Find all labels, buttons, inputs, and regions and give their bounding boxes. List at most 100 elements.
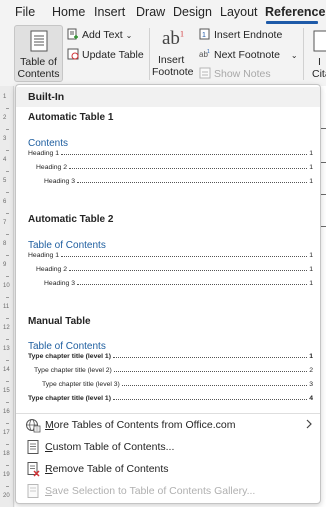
ruler-mark: 11 — [3, 304, 10, 310]
ruler-tick — [6, 255, 9, 256]
ruler-mark: 8 — [3, 241, 7, 247]
custom-table-label: Custom Table of Contents... — [45, 441, 175, 453]
ruler-mark: 18 — [3, 451, 10, 457]
ruler-mark: 14 — [3, 367, 10, 373]
gallery-item-title: Manual Table — [28, 316, 91, 327]
save-selection-label: Save Selection to Table of Contents Gall… — [45, 485, 256, 497]
tab-insert[interactable]: Insert — [94, 5, 125, 19]
ruler-tick — [6, 465, 9, 466]
vertical-ruler: 1 2 3 4 5 6 7 8 9 10 11 12 13 14 15 16 17 18 19 20 — [0, 86, 14, 507]
ribbon-tab-bar: File Home Insert Draw Design Layout Refe… — [0, 0, 326, 24]
toc-preview-entry: Heading 31 — [44, 178, 313, 185]
toc-preview-heading: Table of Contents — [28, 240, 106, 251]
insert-endnote-button[interactable]: Insert Endnote — [214, 29, 282, 41]
document-text-fragment — [321, 226, 326, 227]
toc-preview-entry: Type chapter title (level 1) 4 — [28, 395, 313, 402]
gallery-item-title: Automatic Table 1 — [28, 112, 114, 123]
ribbon-separator — [149, 28, 150, 80]
add-text-button[interactable]: Add Text ⌄ — [82, 29, 132, 41]
automatic-table-1-option[interactable]: Automatic Table 1 Contents Heading 11 He… — [16, 107, 320, 209]
remove-table-of-contents-item[interactable]: Remove Table of Contents — [16, 458, 320, 480]
show-notes-button[interactable]: Show Notes — [214, 68, 271, 80]
toc-preview-entry: Heading 31 — [44, 280, 313, 287]
tab-references[interactable]: References — [265, 5, 326, 19]
add-text-icon — [67, 28, 78, 40]
more-tables-label: More Tables of Contents from Office.com — [45, 419, 236, 431]
ruler-tick — [6, 318, 9, 319]
toc-preview-heading: Contents — [28, 138, 69, 149]
ruler-tick — [6, 150, 9, 151]
ruler-tick — [6, 381, 9, 382]
ruler-tick — [6, 339, 9, 340]
automatic-table-2-option[interactable]: Automatic Table 2 Table of Contents Head… — [16, 209, 320, 311]
show-notes-icon — [199, 67, 211, 79]
custom-table-of-contents-item[interactable]: Custom Table of Contents... — [16, 436, 320, 458]
update-table-button[interactable]: Update Table — [82, 49, 144, 61]
gallery-item-title: Automatic Table 2 — [28, 214, 114, 225]
insert-footnote-label2: Footnote — [152, 66, 194, 78]
ruler-mark: 13 — [3, 346, 10, 352]
ruler-tick — [6, 360, 9, 361]
ruler-mark: 1 — [3, 94, 7, 100]
tab-layout[interactable]: Layout — [220, 5, 258, 19]
ribbon-separator — [303, 28, 304, 80]
remove-document-icon — [27, 462, 40, 477]
ruler-tick — [6, 444, 9, 445]
save-selection-to-gallery-item[interactable]: Save Selection to Table of Contents Gall… — [16, 480, 320, 502]
ruler-mark: 20 — [3, 493, 10, 499]
chevron-right-icon — [306, 419, 312, 429]
insert-citation-label1: I — [318, 56, 321, 68]
svg-text:1: 1 — [202, 32, 206, 39]
insert-citation-icon — [313, 30, 326, 52]
insert-footnote-button[interactable]: ab1 Insert Footnote — [152, 26, 196, 82]
ruler-mark: 17 — [3, 430, 10, 436]
toc-preview-entry: Heading 11 — [28, 252, 313, 259]
tab-draw[interactable]: Draw — [136, 5, 165, 19]
ruler-mark: 4 — [3, 157, 7, 163]
save-to-gallery-icon — [27, 484, 39, 498]
document-icon — [27, 440, 39, 454]
remove-table-label: Remove Table of Contents — [45, 463, 169, 475]
tab-home[interactable]: Home — [52, 5, 85, 19]
ruler-tick — [6, 423, 9, 424]
tab-file[interactable]: File — [15, 5, 35, 19]
svg-text:1: 1 — [207, 49, 210, 55]
ruler-tick — [6, 486, 9, 487]
insert-footnote-label1: Insert — [158, 54, 185, 66]
ruler-mark: 6 — [3, 199, 7, 205]
insert-citation-label2: Cita — [312, 68, 326, 80]
builtin-section-header: Built-In — [16, 87, 320, 107]
ruler-mark: 15 — [3, 388, 10, 394]
table-of-contents-gallery: Built-In Automatic Table 1 Contents Head… — [15, 84, 321, 504]
toc-preview-entry: Heading 21 — [36, 266, 313, 273]
ruler-mark: 12 — [3, 325, 10, 331]
ruler-tick — [6, 234, 9, 235]
ruler-mark: 16 — [3, 409, 10, 415]
next-footnote-button[interactable]: Next Footnote ⌄ — [214, 49, 298, 61]
ruler-mark: 19 — [3, 472, 10, 478]
ruler-tick — [6, 213, 9, 214]
table-of-contents-button[interactable]: Table of Contents ⌄ — [14, 25, 63, 91]
chevron-down-icon: ⌄ — [125, 31, 133, 40]
ruler-tick — [6, 171, 9, 172]
tab-design[interactable]: Design — [173, 5, 212, 19]
ruler-tick — [6, 129, 9, 130]
manual-table-option[interactable]: Manual Table Table of Contents Type chap… — [16, 311, 320, 411]
toc-preview-entry: Type chapter title (level 1) 1 — [28, 353, 313, 360]
globe-icon — [26, 419, 41, 433]
table-of-contents-icon — [30, 30, 48, 52]
toc-preview-entry: Type chapter title (level 3) 3 — [42, 381, 313, 388]
ruler-tick — [6, 402, 9, 403]
ruler-tick — [6, 297, 9, 298]
next-footnote-icon: ab 1 — [199, 49, 210, 59]
ribbon: Table of Contents ⌄ Add Text ⌄ Update Ta… — [0, 24, 326, 91]
ruler-mark: 10 — [3, 283, 10, 289]
footnote-icon: ab1 — [162, 28, 184, 49]
toc-preview-entry: Type chapter title (level 2) 2 — [34, 367, 313, 374]
insert-endnote-icon: 1 — [199, 28, 210, 40]
toc-preview-entry: Heading 11 — [28, 150, 313, 157]
ruler-tick — [6, 192, 9, 193]
more-tables-of-contents-item[interactable]: More Tables of Contents from Office.com — [16, 414, 320, 436]
ruler-mark: 2 — [3, 115, 7, 121]
ruler-tick — [6, 276, 9, 277]
